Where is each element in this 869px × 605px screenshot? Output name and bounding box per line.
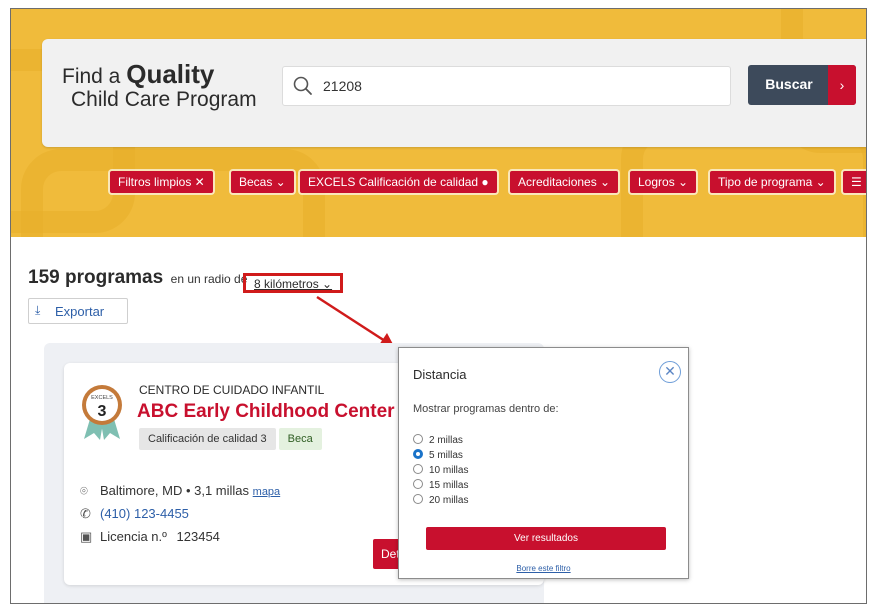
option-label: 5 millas: [429, 450, 463, 461]
radio-icon[interactable]: [413, 464, 423, 474]
program-tags: Calificación de calidad 3 Beca: [139, 428, 325, 450]
radio-icon[interactable]: [413, 494, 423, 504]
filter-more-icon[interactable]: ☰: [843, 171, 866, 193]
search-button[interactable]: Buscar ›: [748, 65, 856, 105]
location-text: Baltimore, MD • 3,1 millas: [100, 483, 250, 498]
program-phone: ✆ (410) 123-4455: [80, 506, 189, 522]
distance-option[interactable]: 20 millas: [413, 494, 468, 508]
license-label: Licencia n.º: [100, 529, 167, 544]
search-input[interactable]: [321, 73, 725, 99]
program-location: ⌾ Baltimore, MD • 3,1 millas mapa: [80, 483, 280, 499]
radius-prefix: en un radio de: [170, 272, 248, 286]
license-number: 123454: [176, 529, 220, 544]
brand-quality: Quality: [126, 59, 215, 89]
distance-dropdown-label: 8 kilómetros ⌄: [254, 277, 333, 291]
phone-link[interactable]: (410) 123-4455: [100, 506, 189, 521]
option-label: 2 millas: [429, 435, 463, 446]
distance-option[interactable]: 5 millas: [413, 449, 463, 463]
map-link[interactable]: mapa: [253, 486, 281, 498]
distance-dropdown[interactable]: 8 kilómetros ⌄: [243, 273, 343, 293]
program-license: ▣ Licencia n.º 123454: [80, 529, 220, 545]
phone-icon: ✆: [80, 506, 91, 521]
browser-frame: Find a Quality Child Care Program Buscar…: [10, 8, 867, 604]
brand-line2: Child Care Program: [71, 88, 257, 111]
view-results-button[interactable]: Ver resultados: [426, 527, 666, 550]
filter-excels-rating[interactable]: EXCELS Calificación de calidad ●: [300, 171, 497, 193]
radio-selected-icon[interactable]: [413, 449, 423, 459]
clear-filter-link[interactable]: Borre este filtro: [399, 564, 688, 573]
radio-icon[interactable]: [413, 434, 423, 444]
export-label: Exportar: [55, 304, 105, 319]
close-icon[interactable]: ✕: [659, 361, 681, 383]
program-type: CENTRO DE CUIDADO INFANTIL: [139, 383, 325, 397]
location-pin-icon: ⌾: [80, 483, 88, 498]
search-card: Find a Quality Child Care Program Buscar…: [42, 39, 866, 147]
badge-label: EXCELS: [91, 395, 113, 401]
option-label: 10 millas: [429, 465, 469, 476]
filter-logros[interactable]: Logros ⌄: [630, 171, 697, 193]
filter-tipo-programa[interactable]: Tipo de programa ⌄: [710, 171, 834, 193]
search-icon: [293, 76, 312, 95]
beca-tag: Beca: [278, 428, 322, 450]
results-count: 159 programas: [28, 267, 164, 288]
option-label: 20 millas: [429, 495, 469, 506]
hero-decoration: [21, 149, 325, 237]
distance-option[interactable]: 15 millas: [413, 479, 468, 493]
radio-icon[interactable]: [413, 479, 423, 489]
popup-title: Distancia: [413, 367, 467, 382]
download-icon: ⤓: [35, 303, 41, 317]
site-logo[interactable]: Find a Quality Child Care Program: [62, 61, 257, 110]
filter-acreditaciones[interactable]: Acreditaciones ⌄: [510, 171, 619, 193]
distance-popup: Distancia ✕ Mostrar programas dentro de:…: [398, 347, 689, 579]
badge-number: 3: [98, 403, 107, 420]
excels-rating-badge-icon: EXCELS 3: [82, 385, 122, 440]
export-button[interactable]: ⤓ Exportar: [28, 298, 128, 324]
program-name[interactable]: ABC Early Childhood Center: [137, 401, 395, 423]
id-card-icon: ▣: [80, 529, 93, 544]
filter-becas[interactable]: Becas ⌄: [231, 171, 294, 193]
search-button-label: Buscar: [765, 76, 813, 92]
brand-find-a: Find a: [62, 65, 121, 88]
hero-banner: Find a Quality Child Care Program Buscar…: [11, 9, 866, 237]
chevron-right-icon: ›: [828, 65, 856, 105]
search-box[interactable]: [282, 66, 731, 106]
popup-subtitle: Mostrar programas dentro de:: [413, 403, 559, 415]
quality-rating-tag: Calificación de calidad 3: [139, 428, 276, 450]
results-header: 159 programas en un radio de: [28, 267, 247, 289]
distance-option[interactable]: 10 millas: [413, 464, 468, 478]
distance-option[interactable]: 2 millas: [413, 434, 463, 448]
option-label: 15 millas: [429, 480, 469, 491]
clear-filters-chip[interactable]: Filtros limpios ✕: [110, 171, 213, 193]
